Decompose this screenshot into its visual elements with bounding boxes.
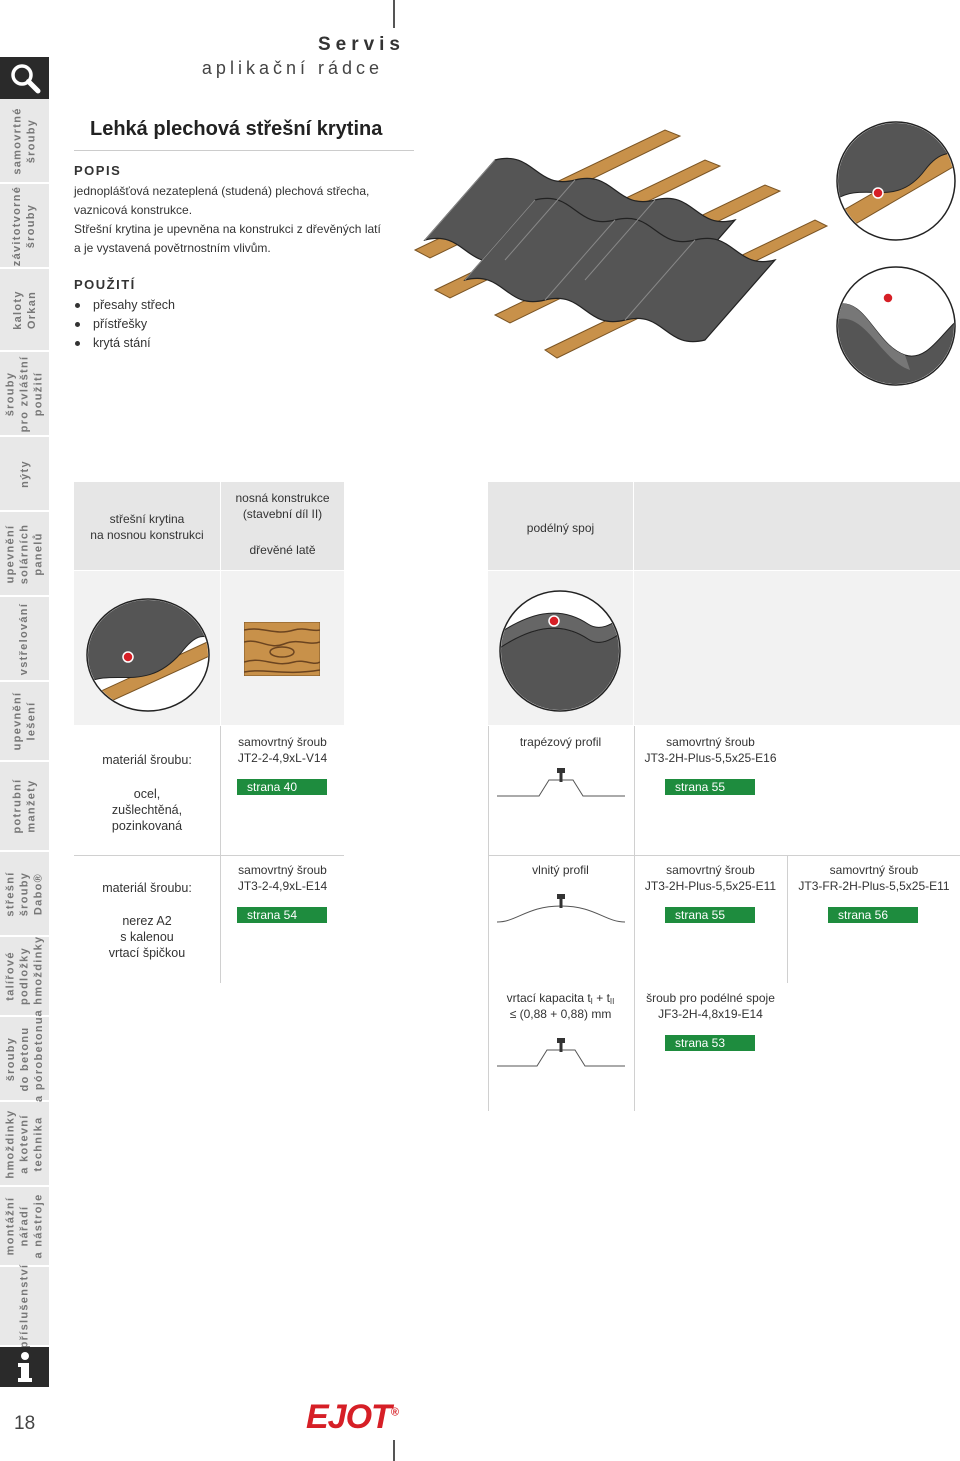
list-item: přístřešky: [74, 315, 175, 334]
sidebar-item-label: montážní nářadí a nástroje: [4, 1193, 45, 1259]
sidebar-item-pipe-collars[interactable]: potrubní manžety: [0, 762, 49, 852]
material-value: nerez A2 s kalenou vrtací špičkou: [108, 914, 186, 960]
drill-capacity-value: ≤ (0,88 + 0,88) mm: [509, 1007, 612, 1021]
sidebar-item-thread-forming[interactable]: závitotvorné šrouby: [0, 184, 49, 269]
sidebar-item-orkan[interactable]: kaloty Orkan: [0, 269, 49, 352]
popis-line: a je vystavená povětrnostním vlivům.: [74, 241, 271, 255]
popis-heading: POPIS: [74, 163, 122, 178]
popis-line: jednoplášťová nezateplená (studená) plec…: [74, 184, 370, 198]
row-separator: [488, 855, 960, 856]
row-separator: [74, 855, 344, 856]
pouziti-list: přesahy střech přístřešky krytá stání: [74, 296, 175, 353]
sidebar-item-label: samovrtné šrouby: [11, 106, 38, 175]
sidebar-item-label: upevnění solárních panelů: [4, 523, 45, 584]
sidebar-item-label: vstřelování: [18, 602, 31, 675]
sidebar-item-dabo[interactable]: střešní šrouby Dabo®: [0, 852, 49, 937]
bottom-divider: [393, 1440, 395, 1461]
page-link-badge[interactable]: strana 56: [828, 907, 918, 923]
page-title: Lehká plechová střešní krytina: [90, 118, 383, 140]
sidebar-item-scaffolding[interactable]: upevnění lešení: [0, 682, 49, 762]
sidebar-item-tools[interactable]: montážní nářadí a nástroje: [0, 1187, 49, 1267]
popis-line: vaznicová konstrukce.: [74, 203, 193, 217]
seam-profile-icon: [497, 1038, 625, 1067]
sidebar-item-self-drilling[interactable]: samovrtné šrouby: [0, 99, 49, 184]
header-subtitle: aplikační rádce: [201, 58, 383, 78]
trapezoid-profile-icon: [497, 768, 625, 797]
table-head-label: střešní krytina na nosnou konstrukci: [90, 512, 204, 542]
screw-type: samovrtný šroub: [238, 863, 327, 877]
sidebar-item-label: příslušenství: [18, 1263, 31, 1349]
screw-code: JT3-2H-Plus-5,5x25-E11: [644, 879, 777, 893]
popis-line: Střešní krytina je upevněna na konstrukc…: [74, 222, 381, 236]
info-icon: [17, 1352, 32, 1382]
list-item: přesahy střech: [74, 296, 175, 315]
sidebar-item-rivets[interactable]: nýty: [0, 437, 49, 512]
roof-detail-circle: [86, 598, 210, 712]
page-link-badge[interactable]: strana 55: [665, 779, 755, 795]
page-link-badge[interactable]: strana 55: [665, 907, 755, 923]
popis-text: jednoplášťová nezateplená (studená) plec…: [74, 182, 404, 258]
screw-code: JF3-2H-4,8x19-E14: [658, 1007, 763, 1021]
screw-type: samovrtný šroub: [238, 735, 327, 749]
sidebar-item-label: hmoždinky a kotevní technika: [4, 1108, 45, 1179]
roof-illustration: [413, 129, 829, 359]
detail-circle-2: [836, 266, 956, 386]
sidebar-item-solar[interactable]: upevnění solárních panelů: [0, 512, 49, 597]
header-title: Servis: [317, 34, 405, 55]
screw-type: samovrtný šroub: [829, 863, 919, 877]
list-item: krytá stání: [74, 334, 175, 353]
sidebar-item-washers[interactable]: talířové podložky a hmoždinky: [0, 935, 49, 1017]
sidebar-item-label: talířové podložky a hmoždinky: [4, 935, 45, 1017]
screw-type: šroub pro podélné spoje: [646, 991, 775, 1005]
wood-batten-icon: [244, 622, 320, 676]
profile-label: trapézový profil: [519, 735, 602, 749]
screw-code: JT2-2-4,9xL-V14: [237, 751, 328, 765]
sidebar-item-label: střešní šrouby Dabo®: [4, 870, 45, 917]
sidebar-item-label: potrubní manžety: [11, 778, 38, 834]
divider: [488, 726, 489, 1111]
pouziti-heading: POUŽITÍ: [74, 277, 136, 292]
screw-code: JT3-2-4,9xL-E14: [237, 879, 328, 893]
sidebar-item-special-screws[interactable]: šrouby pro zvláštní použití: [0, 352, 49, 437]
drill-capacity-text: vrtací kapacita t: [506, 991, 591, 1005]
sidebar-item-shooting[interactable]: vstřelování: [0, 597, 49, 682]
material-label: materiál šroubu:: [102, 881, 192, 895]
material-value: ocel, zušlechtěná, pozinkovaná: [111, 787, 183, 833]
sidebar-item-label: nýty: [18, 459, 31, 488]
page-number: 18: [14, 1413, 36, 1434]
table-head-label: podélný spoj: [526, 521, 595, 535]
page-link-badge[interactable]: strana 54: [237, 907, 327, 923]
screw-code: JT3-FR-2H-Plus-5,5x25-E11: [798, 879, 950, 893]
seam-detail-circle: [499, 590, 621, 712]
title-divider: [74, 150, 414, 151]
sidebar-item-label: šrouby pro zvláštní použití: [4, 355, 45, 432]
table-head-label: nosná konstrukce (stavební díl II): [235, 491, 330, 521]
search-icon: [10, 64, 40, 94]
sidebar-item-label: závitotvorné šrouby: [11, 185, 38, 266]
screw-type: samovrtný šroub: [666, 863, 755, 877]
sidebar-item-concrete[interactable]: šrouby do betonu a pórobetonu: [0, 1015, 49, 1102]
sidebar-item-label: šrouby do betonu a pórobetonu: [4, 1015, 45, 1102]
corrugated-profile-icon: [497, 894, 625, 923]
ejot-logo: EJOT®: [306, 1398, 399, 1436]
divider: [634, 726, 635, 1111]
search-tab[interactable]: [0, 57, 49, 99]
sidebar: samovrtné šrouby závitotvorné šrouby kal…: [0, 57, 49, 1387]
top-divider: [393, 0, 395, 28]
screw-type: samovrtný šroub: [666, 735, 755, 749]
info-tab[interactable]: [0, 1347, 49, 1387]
sidebar-item-accessories[interactable]: příslušenství: [0, 1263, 49, 1349]
page-link-badge[interactable]: strana 40: [237, 779, 327, 795]
page-link-badge[interactable]: strana 53: [665, 1035, 755, 1051]
screw-code: JT3-2H-Plus-5,5x25-E16: [644, 751, 777, 765]
detail-circle-1: [836, 121, 956, 241]
profile-label: vlnitý profil: [532, 863, 589, 877]
image-cell: [634, 571, 960, 725]
sidebar-item-label: kaloty Orkan: [11, 289, 38, 330]
sidebar-item-label: upevnění lešení: [11, 691, 38, 751]
sidebar-item-anchors[interactable]: hmoždinky a kotevní technika: [0, 1102, 49, 1187]
table-head-col4: [634, 482, 960, 570]
material-label: materiál šroubu:: [102, 753, 192, 767]
table-head-label: dřevěné latě: [249, 543, 316, 557]
